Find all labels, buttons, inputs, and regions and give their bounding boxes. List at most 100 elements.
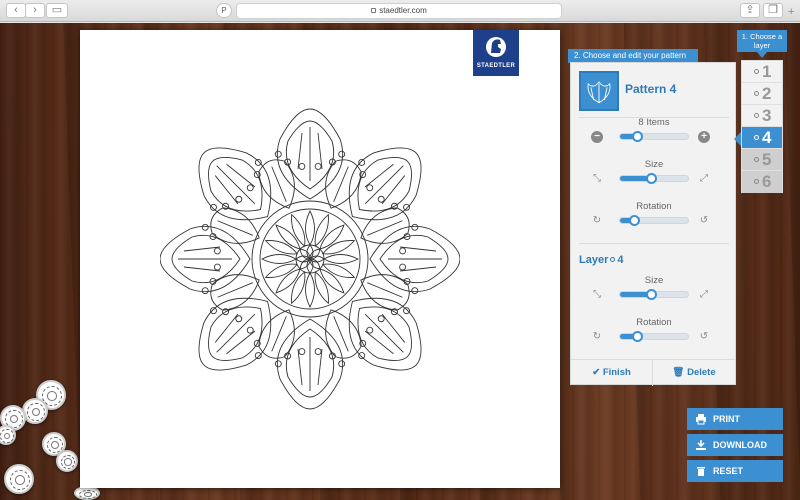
mandala-inner-leaf <box>319 224 345 250</box>
mandala-leaf <box>360 207 410 244</box>
url-text: staedtler.com <box>379 6 427 15</box>
mandala-leaf <box>258 159 295 209</box>
trash-icon <box>697 467 705 476</box>
slider-knob[interactable] <box>632 331 643 342</box>
mandala-inner-leaf <box>260 254 297 264</box>
layer-item-5[interactable]: 5 <box>742 149 782 171</box>
print-button[interactable]: PRINT <box>687 408 783 430</box>
mandala-petal <box>198 147 272 221</box>
items-label: 8 Items <box>638 117 670 128</box>
mandala-leaf <box>325 159 362 209</box>
mandala-inner-leaf <box>319 268 345 294</box>
pattern-panel: Pattern 4 8 Items − + Size ⤡ ⤢ Rotation … <box>570 62 736 386</box>
address-bar[interactable]: staedtler.com <box>236 3 562 19</box>
pinterest-icon[interactable]: P <box>216 3 232 18</box>
rotate-clockwise-icon[interactable]: ↻ <box>591 215 603 227</box>
finish-button[interactable]: ✔ Finish <box>571 360 653 386</box>
radio-icon <box>754 179 759 184</box>
layer-heading: Layer 4 <box>579 254 623 266</box>
rotation-label: Rotation <box>636 201 672 212</box>
pattern-title: Pattern 4 <box>625 82 677 96</box>
radio-icon <box>754 69 759 74</box>
download-label: DOWNLOAD <box>713 440 767 450</box>
layer-list: 1 2 3 4 5 6 <box>741 60 783 193</box>
slider-knob[interactable] <box>632 131 643 142</box>
layer-item-2[interactable]: 2 <box>742 83 782 105</box>
layer-size-label: Size <box>644 275 664 286</box>
check-icon: ✔ <box>592 367 603 378</box>
enlarge-icon[interactable]: ⤢ <box>698 173 710 185</box>
radio-icon <box>754 91 759 96</box>
layer-number: 5 <box>762 150 772 169</box>
mandala-leaf <box>258 309 295 359</box>
layer-item-1[interactable]: 1 <box>742 61 782 83</box>
pattern-disc[interactable] <box>56 450 78 472</box>
mandala-inner-leaf <box>275 224 301 250</box>
layer-number: 3 <box>762 106 772 125</box>
mandala-inner-leaf <box>323 254 360 264</box>
plus-icon[interactable]: + <box>698 131 710 143</box>
rotate-clockwise-icon[interactable]: ↻ <box>591 331 603 343</box>
delete-button[interactable]: 🗑 Delete <box>653 360 735 386</box>
mandala-drawing[interactable] <box>160 107 460 412</box>
mandala-leaf <box>325 309 362 359</box>
layer-number: 6 <box>762 172 772 191</box>
layer-size-slider[interactable] <box>619 289 689 300</box>
mandala-center-petal <box>299 248 311 260</box>
new-tab-button[interactable]: + <box>788 6 794 18</box>
layer-dot-icon <box>610 257 616 263</box>
share-button[interactable]: ⇪ <box>740 3 760 18</box>
download-button[interactable]: DOWNLOAD <box>687 434 783 456</box>
slider-knob[interactable] <box>645 173 657 184</box>
radio-icon <box>754 157 759 162</box>
mandala-leaf <box>360 274 410 311</box>
knight-icon <box>486 37 506 57</box>
layer-heading-number: 4 <box>617 254 624 266</box>
shrink-icon[interactable]: ⤡ <box>591 173 603 185</box>
rotate-counterclockwise-icon[interactable]: ↺ <box>698 215 710 227</box>
shrink-icon[interactable]: ⤡ <box>591 289 603 301</box>
sidebar-toggle-button[interactable]: ▭ <box>46 3 68 18</box>
mandala-petal <box>274 318 346 410</box>
pattern-disc[interactable] <box>4 464 34 494</box>
pattern-thumbnail[interactable] <box>579 71 619 111</box>
enlarge-icon[interactable]: ⤢ <box>698 289 710 301</box>
reset-button[interactable]: RESET <box>687 460 783 482</box>
mandala-petal <box>274 108 346 200</box>
layer-chooser-tab: 1. Choose a layer <box>737 30 787 58</box>
mandala-petal <box>348 297 422 371</box>
mandala-petal <box>160 223 251 295</box>
mandala-inner-leaf <box>305 209 315 246</box>
size-slider[interactable] <box>619 173 689 184</box>
staedtler-logo: STAEDTLER <box>473 30 519 76</box>
mandala-petal <box>369 223 460 295</box>
forward-button[interactable]: › <box>25 3 45 18</box>
items-slider[interactable] <box>619 131 689 142</box>
brand-name: STAEDTLER <box>476 63 516 69</box>
back-button[interactable]: ‹ <box>6 3 26 18</box>
trash-icon: 🗑 <box>672 367 688 378</box>
pattern-disc[interactable] <box>74 486 100 500</box>
delete-label: Delete <box>687 367 716 378</box>
download-icon <box>696 440 706 450</box>
active-layer-pointer <box>734 132 741 146</box>
tabs-button[interactable]: ❐ <box>763 3 783 18</box>
layer-number: 4 <box>762 128 772 147</box>
rotation-slider[interactable] <box>619 215 689 226</box>
divider <box>579 243 729 244</box>
mandala-leaf <box>210 274 260 311</box>
layer-item-3[interactable]: 3 <box>742 105 782 127</box>
layer-item-6[interactable]: 6 <box>742 171 782 193</box>
radio-icon <box>754 113 759 118</box>
finish-label: Finish <box>602 367 631 378</box>
layer-rotation-label: Rotation <box>636 317 672 328</box>
pattern-disc[interactable] <box>22 398 48 424</box>
layer-rotation-slider[interactable] <box>619 331 689 342</box>
rotate-counterclockwise-icon[interactable]: ↺ <box>698 331 710 343</box>
slider-knob[interactable] <box>628 215 640 226</box>
layer-item-4[interactable]: 4 <box>742 127 782 149</box>
pattern-preview-icon <box>587 81 611 104</box>
slider-knob[interactable] <box>645 289 657 300</box>
minus-icon[interactable]: − <box>591 131 603 143</box>
layer-number: 2 <box>762 84 772 103</box>
